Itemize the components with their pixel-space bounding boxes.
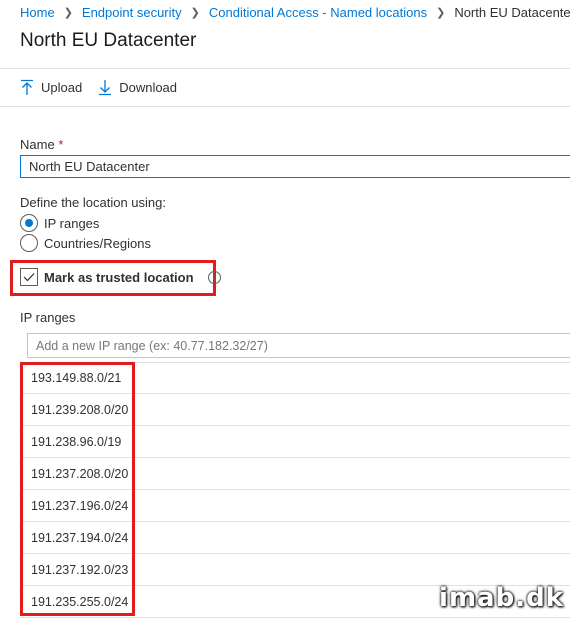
divider (0, 68, 570, 69)
download-button[interactable]: Download (98, 79, 177, 96)
chevron-right-icon: ❯ (436, 6, 446, 19)
download-icon (98, 79, 112, 96)
radio-ip-ranges-label: IP ranges (44, 215, 100, 231)
ip-range-row[interactable]: 191.237.192.0/23 (20, 554, 570, 586)
radio-countries-label: Countries/Regions (44, 235, 151, 251)
name-field[interactable] (20, 155, 570, 178)
divider (0, 106, 570, 107)
upload-label: Upload (41, 80, 83, 95)
trusted-location-row: Mark as trusted location i (20, 268, 221, 286)
radio-button-selected[interactable] (20, 214, 38, 232)
upload-icon (20, 79, 34, 96)
ip-range-row[interactable]: 193.149.88.0/21 (20, 362, 570, 394)
required-mark: * (58, 137, 64, 152)
ip-range-row[interactable]: 191.237.196.0/24 (20, 490, 570, 522)
page-title: North EU Datacenter (20, 30, 197, 51)
breadcrumb-home[interactable]: Home (20, 5, 55, 20)
ip-ranges-list: 193.149.88.0/21 191.239.208.0/20 191.238… (20, 362, 570, 618)
ip-range-row[interactable]: 191.239.208.0/20 (20, 394, 570, 426)
name-label-text: Name (20, 137, 55, 152)
breadcrumb-current: North EU Datacenter (454, 4, 570, 20)
trusted-location-checkbox[interactable] (20, 268, 38, 286)
ip-range-row[interactable]: 191.238.96.0/19 (20, 426, 570, 458)
checkmark-icon (23, 273, 35, 282)
chevron-right-icon: ❯ (63, 6, 73, 19)
radio-countries-regions[interactable]: Countries/Regions (20, 234, 151, 252)
chevron-right-icon: ❯ (190, 6, 200, 19)
define-location-label: Define the location using: (20, 195, 166, 210)
ip-range-row[interactable]: 191.237.208.0/20 (20, 458, 570, 490)
name-label: Name * (20, 137, 63, 152)
breadcrumb-named-locations[interactable]: Conditional Access - Named locations (209, 5, 427, 20)
watermark: imab.dk (439, 583, 564, 613)
add-ip-range-input[interactable] (27, 333, 570, 358)
info-icon[interactable]: i (207, 270, 221, 284)
download-label: Download (119, 80, 178, 95)
trusted-location-label: Mark as trusted location (44, 269, 194, 285)
radio-button[interactable] (20, 234, 38, 252)
breadcrumb-endpoint-security[interactable]: Endpoint security (82, 5, 182, 20)
radio-ip-ranges[interactable]: IP ranges (20, 214, 99, 232)
ip-range-row[interactable]: 191.237.194.0/24 (20, 522, 570, 554)
upload-button[interactable]: Upload (20, 79, 82, 96)
breadcrumb: Home ❯ Endpoint security ❯ Conditional A… (20, 4, 570, 20)
ip-ranges-label: IP ranges (20, 310, 76, 325)
toolbar: Upload Download (20, 79, 177, 96)
